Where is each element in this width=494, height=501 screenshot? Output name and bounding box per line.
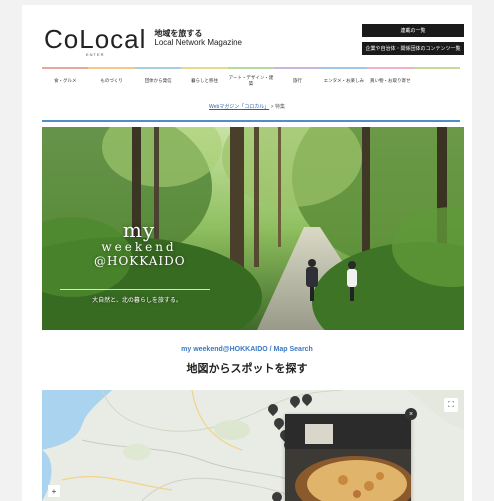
fullscreen-icon[interactable]: ⛶ xyxy=(444,398,458,412)
nav-item-living[interactable]: 暮らしと移住 xyxy=(181,67,228,89)
tagline-ja: 地域を旅する xyxy=(154,29,203,38)
close-icon[interactable]: × xyxy=(405,408,417,420)
zoom-in-button[interactable]: + xyxy=(48,485,60,497)
tagline: 地域を旅する Local Network Magazine xyxy=(154,29,242,47)
breadcrumb-home-link[interactable]: Webマガジン「コロカル」 xyxy=(209,104,269,110)
spot-map[interactable]: × ⛶ + xyxy=(42,390,464,501)
nav-item-extra[interactable] xyxy=(413,67,460,89)
hero-title-line3: @HOKKAIDO xyxy=(94,254,186,268)
nav-item-art-design[interactable]: アート・デザイン・建築 xyxy=(227,67,275,89)
nav-item-shopping[interactable]: 買い物・お取り寄せ xyxy=(367,67,414,89)
nav-item-food[interactable]: 食・グルメ xyxy=(42,67,89,89)
hero-rule xyxy=(60,289,210,290)
logo-text: CoLocal xyxy=(44,24,147,54)
logo-area[interactable]: CoLocal ENTER 地域を旅する Local Network Magaz… xyxy=(44,24,242,57)
nav-item-entertainment[interactable]: エンタメ・お楽しみ xyxy=(320,67,368,89)
breadcrumb-separator: > xyxy=(270,104,274,110)
spot-photo xyxy=(285,414,415,501)
hero-banner[interactable]: my weekend @HOKKAIDO 大自然と、北の暮らしを旅する。 xyxy=(42,127,464,330)
series-list-button[interactable]: 連載の一覧 xyxy=(362,24,464,37)
spot-preview-card[interactable]: × xyxy=(285,408,417,501)
section-label: my weekend@HOKKAIDO / Map Search xyxy=(181,346,313,353)
hero-title: my weekend @HOKKAIDO xyxy=(94,218,186,268)
logo[interactable]: CoLocal ENTER xyxy=(44,24,147,57)
nav-item-craft[interactable]: ものづくり xyxy=(88,67,135,89)
breadcrumb: Webマガジン「コロカル」 > 特集 xyxy=(22,103,472,110)
hero-title-line1: my xyxy=(122,218,156,242)
hero-caption: 大自然と、北の暮らしを旅する。 xyxy=(92,298,182,304)
hero-title-line2: weekend xyxy=(101,240,177,254)
category-nav: 食・グルメ ものづくり 団体から発信 暮らしと移住 アート・デザイン・建築 旅行… xyxy=(42,67,460,89)
header-divider xyxy=(42,120,460,122)
breadcrumb-current: 特集 xyxy=(274,104,285,110)
page: CoLocal ENTER 地域を旅する Local Network Magaz… xyxy=(22,5,472,501)
section-title: 地図からスポットを探す xyxy=(186,363,308,375)
nav-item-travel[interactable]: 旅行 xyxy=(274,67,321,89)
nav-item-organizations[interactable]: 団体から発信 xyxy=(134,67,182,89)
tagline-en: Local Network Magazine xyxy=(154,38,243,47)
partner-content-button[interactable]: 企業や自治体・関係団体のコンテンツ一覧 xyxy=(362,42,464,55)
